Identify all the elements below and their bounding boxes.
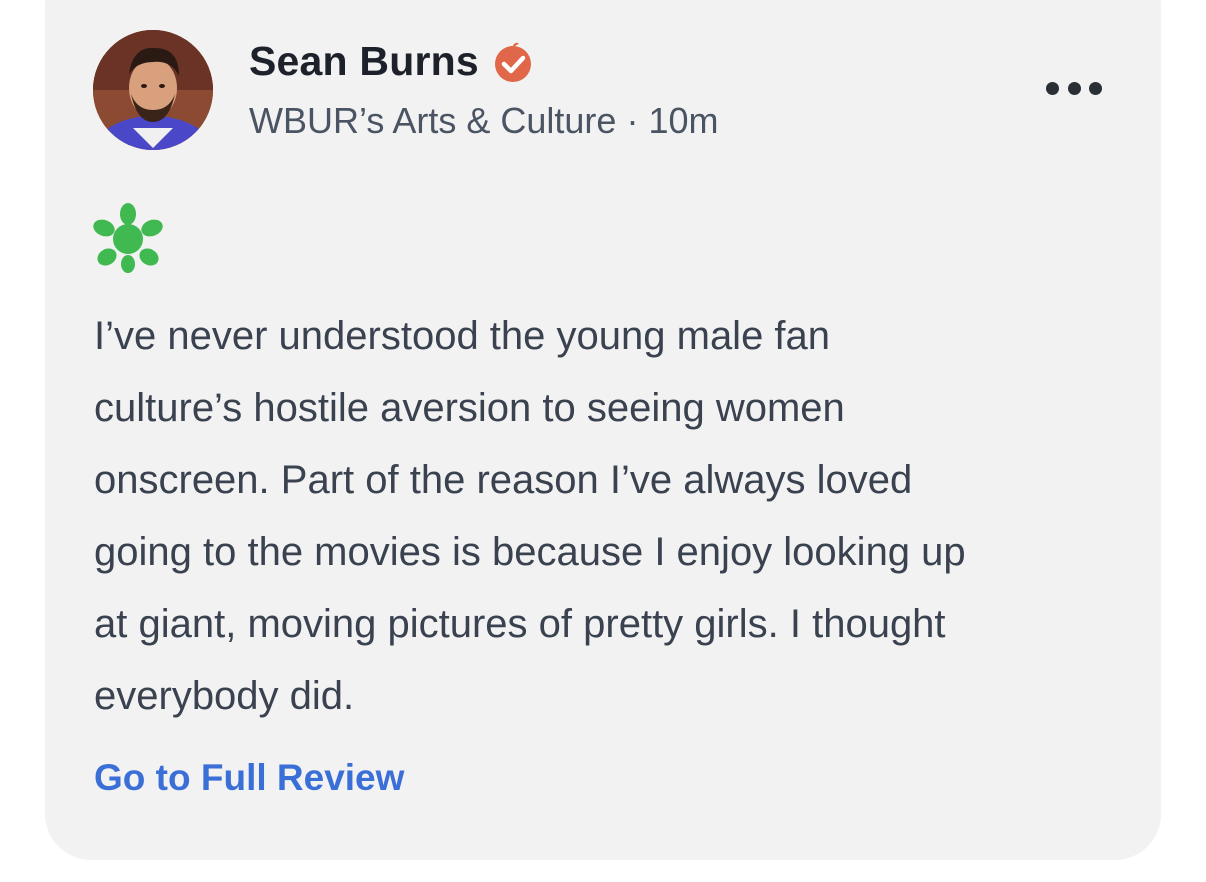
review-line: culture’s hostile aversion to seeing wom… (94, 386, 845, 430)
post-time: 10m (648, 100, 719, 141)
review-line: going to the movies is because I enjoy l… (94, 530, 966, 574)
verified-critic-icon (494, 42, 531, 82)
author-subline: WBUR’s Arts & Culture · 10m (249, 100, 718, 142)
more-dot (1046, 81, 1059, 95)
author-name[interactable]: Sean Burns (249, 38, 479, 85)
avatar[interactable] (93, 30, 213, 150)
review-line: at giant, moving pictures of pretty girl… (94, 602, 946, 646)
full-review-link[interactable]: Go to Full Review (94, 757, 404, 799)
avatar-image (93, 30, 213, 150)
outlet-name[interactable]: WBUR’s Arts & Culture (249, 100, 616, 141)
rotten-splat-icon (93, 203, 163, 273)
author-row: Sean Burns (249, 36, 533, 86)
review-line: everybody did. (94, 674, 355, 718)
separator-dot: · (626, 100, 639, 141)
more-dot (1067, 81, 1081, 95)
review-line: onscreen. Part of the reason I’ve always… (94, 458, 913, 502)
more-options-icon[interactable] (1046, 78, 1102, 98)
more-dot (1089, 81, 1102, 95)
review-line: I’ve never understood the young male fan (94, 314, 831, 358)
review-text: I’ve never understood the young male fan… (94, 300, 1134, 732)
